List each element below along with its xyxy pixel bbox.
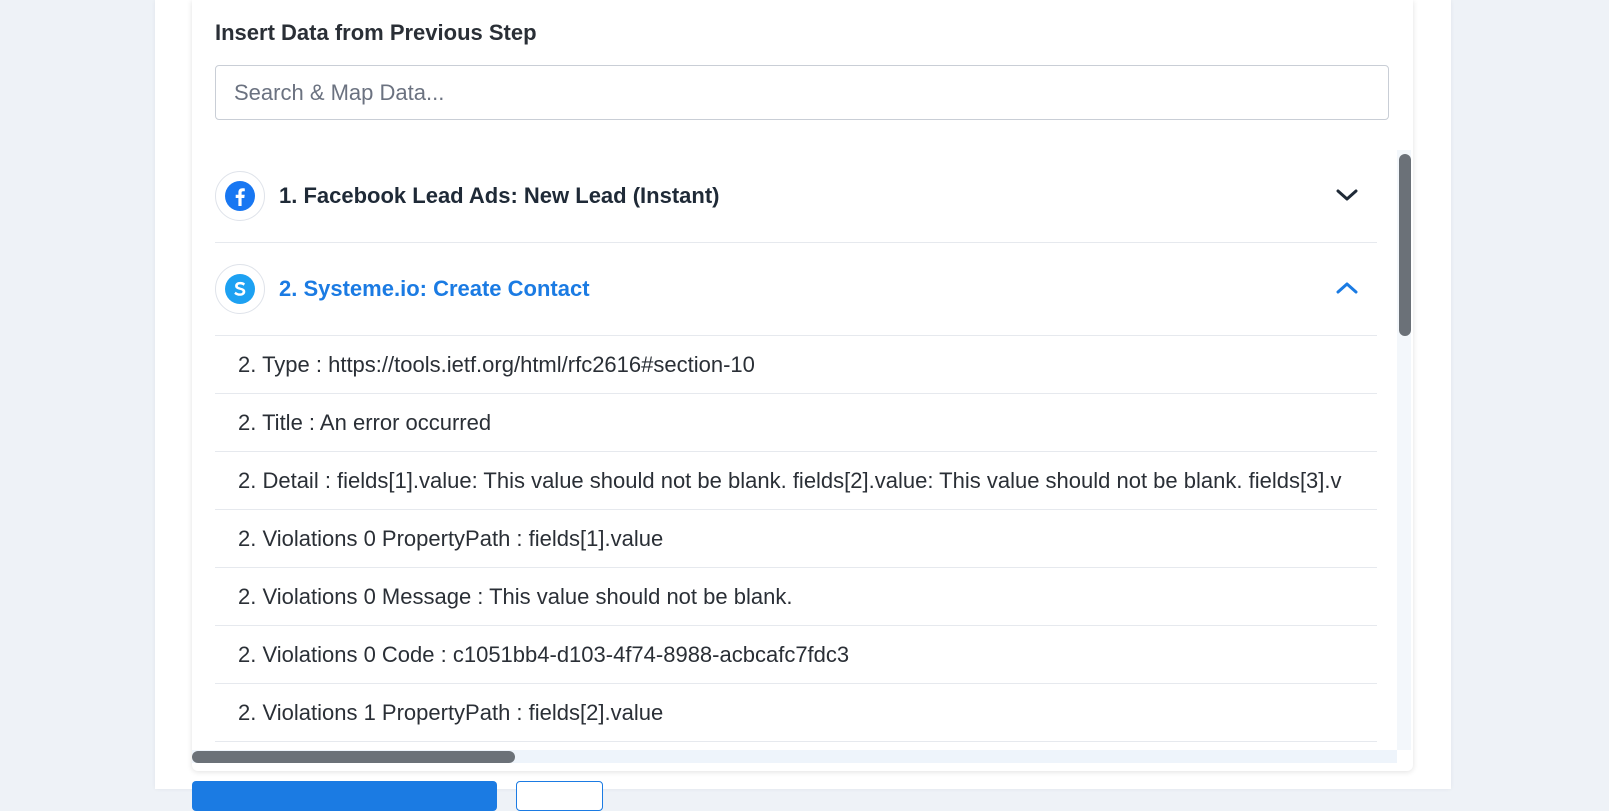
data-list: 1. Facebook Lead Ads: New Lead (Instant)…: [215, 150, 1400, 750]
data-row-detail[interactable]: 2. Detail : fields[1].value: This value …: [215, 452, 1377, 510]
horizontal-scrollbar-thumb[interactable]: [192, 751, 515, 763]
insert-data-panel: Insert Data from Previous Step 1. Facebo…: [192, 0, 1413, 771]
primary-button[interactable]: [192, 781, 497, 811]
step-2-label: 2. Systeme.io: Create Contact: [279, 276, 590, 301]
step-2-header[interactable]: 2. Systeme.io: Create Contact: [215, 243, 1377, 336]
data-row-violations-0-propertypath[interactable]: 2. Violations 0 PropertyPath : fields[1]…: [215, 510, 1377, 568]
search-input[interactable]: [215, 65, 1389, 120]
data-row-violations-0-code[interactable]: 2. Violations 0 Code : c1051bb4-d103-4f7…: [215, 626, 1377, 684]
facebook-icon: [215, 171, 265, 221]
data-row-title[interactable]: 2. Title : An error occurred: [215, 394, 1377, 452]
panel-title: Insert Data from Previous Step: [215, 20, 537, 45]
chevron-down-icon[interactable]: [1335, 183, 1359, 207]
data-row-type[interactable]: 2. Type : https://tools.ietf.org/html/rf…: [215, 336, 1377, 394]
step-1-header[interactable]: 1. Facebook Lead Ads: New Lead (Instant): [215, 150, 1377, 243]
data-row-violations-0-message[interactable]: 2. Violations 0 Message : This value sho…: [215, 568, 1377, 626]
systeme-icon: [215, 264, 265, 314]
secondary-button[interactable]: [516, 781, 603, 811]
chevron-up-icon[interactable]: [1335, 276, 1359, 300]
step-1-label: 1. Facebook Lead Ads: New Lead (Instant): [279, 183, 720, 208]
data-row-violations-1-propertypath[interactable]: 2. Violations 1 PropertyPath : fields[2]…: [215, 684, 1377, 742]
vertical-scrollbar-thumb[interactable]: [1399, 154, 1411, 336]
